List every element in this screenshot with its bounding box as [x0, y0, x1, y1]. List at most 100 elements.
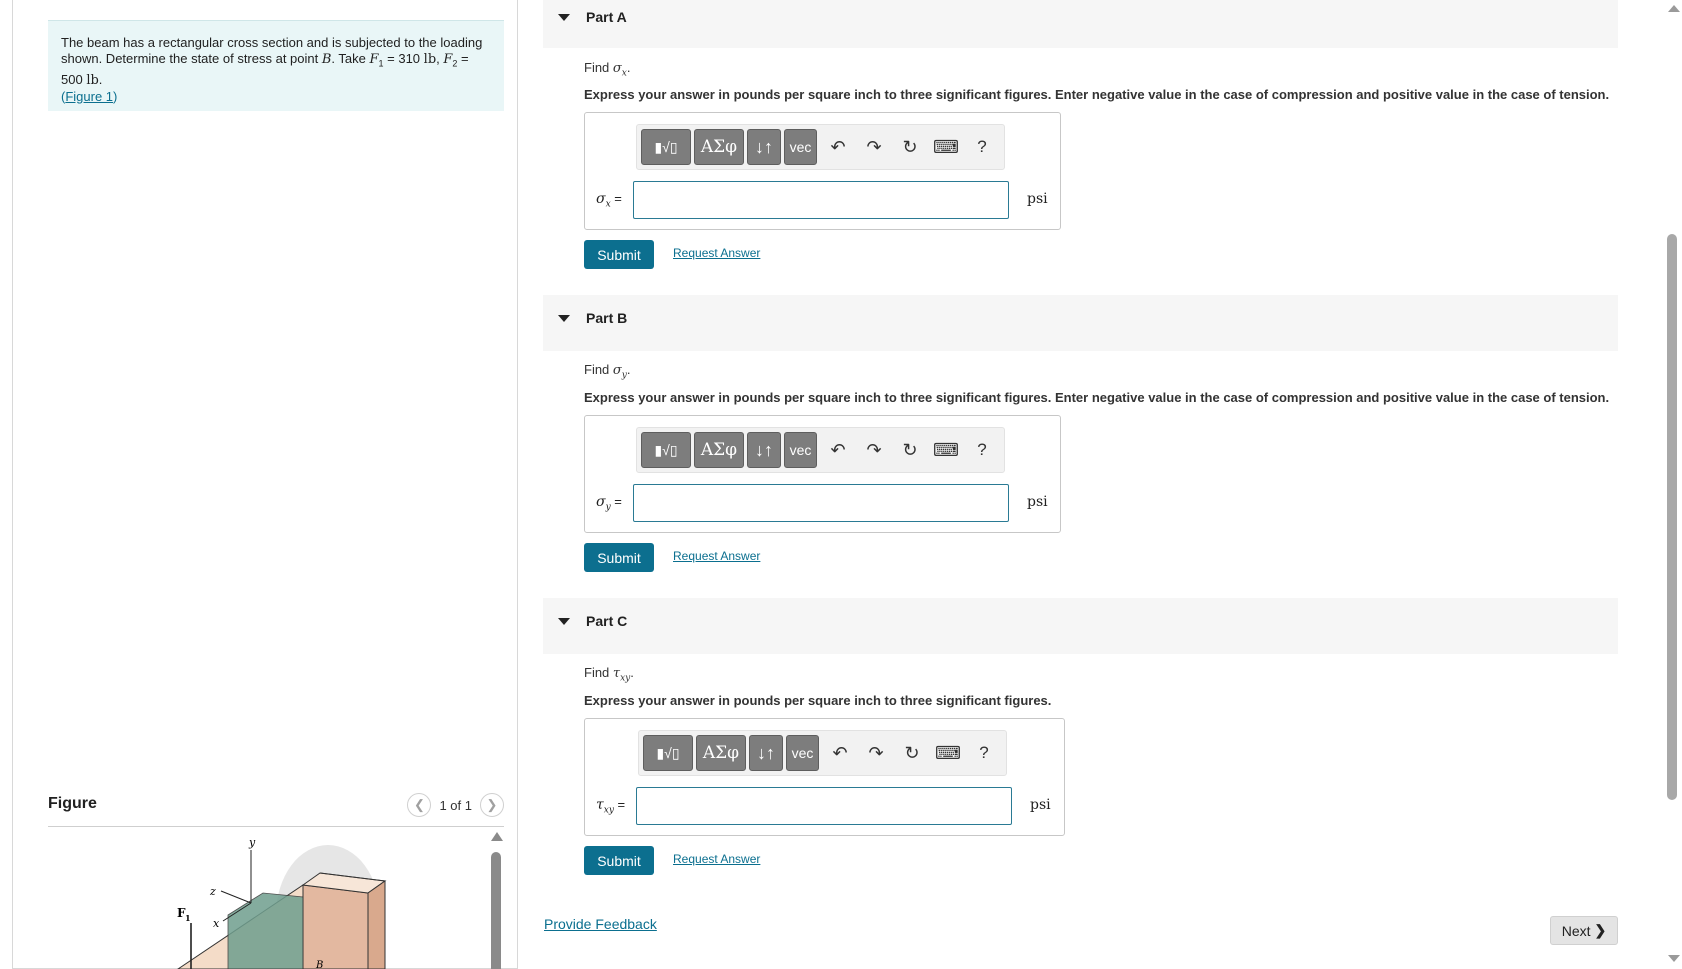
caret-down-icon[interactable] — [558, 14, 570, 21]
var-symbol: σ — [596, 494, 606, 510]
f2-unit: lb — [86, 72, 99, 88]
part-c-find: Find τxy. — [584, 665, 634, 684]
figure-scroll-thumb[interactable] — [491, 852, 501, 969]
scroll-up-icon[interactable] — [491, 832, 503, 841]
submit-button[interactable]: Submit — [584, 543, 654, 572]
greek-symbols-button[interactable]: ΑΣφ — [694, 432, 744, 468]
reset-icon[interactable]: ↻ — [894, 735, 930, 771]
chevron-right-icon: ❯ — [1594, 922, 1607, 938]
part-a-find: Find σx. — [584, 60, 630, 79]
redo-icon[interactable]: ↷ — [856, 129, 892, 165]
answer-input[interactable] — [636, 787, 1012, 825]
part-c-answer-box: ▮√▯ ΑΣφ ↓↑ vec ↶ ↷ ↻ ⌨ ? τxy = psi — [584, 718, 1065, 836]
page-scrollbar[interactable] — [1664, 0, 1682, 969]
templates-icon: ▮√▯ — [654, 441, 678, 458]
beam-end-face — [302, 884, 369, 969]
answer-input[interactable] — [633, 181, 1009, 219]
part-c-header[interactable]: Part C — [543, 598, 1618, 654]
variable-label: σy = — [596, 494, 622, 513]
greek-symbols-button[interactable]: ΑΣφ — [694, 129, 744, 165]
figure-title: Figure — [48, 795, 97, 812]
page-scroll-thumb[interactable] — [1667, 234, 1677, 800]
answer-input[interactable] — [633, 484, 1009, 522]
find-end: . — [626, 362, 631, 377]
unit-label: psi — [1030, 797, 1051, 813]
page: The beam has a rectangular cross section… — [0, 0, 1682, 969]
var-subscript: xy — [603, 805, 614, 816]
vector-button[interactable]: vec — [784, 432, 817, 468]
find-prefix: Find — [584, 665, 613, 680]
undo-icon[interactable]: ↶ — [820, 129, 856, 165]
vector-button[interactable]: vec — [786, 735, 819, 771]
keyboard-icon[interactable]: ⌨ — [930, 735, 966, 771]
find-subscript: xy — [620, 673, 631, 684]
request-answer-link[interactable]: Request Answer — [673, 852, 760, 866]
find-symbol: σ — [612, 363, 622, 378]
request-answer-link[interactable]: Request Answer — [673, 246, 760, 260]
part-a-instruction: Express your answer in pounds per square… — [584, 87, 1610, 102]
help-button[interactable]: ? — [964, 129, 1000, 165]
provide-feedback-link[interactable]: Provide Feedback — [544, 916, 657, 932]
z-axis — [220, 890, 252, 904]
math-toolbar: ▮√▯ ΑΣφ ↓↑ vec ↶ ↷ ↻ ⌨ ? — [638, 730, 1007, 776]
request-answer-link[interactable]: Request Answer — [673, 549, 760, 563]
next-figure-button[interactable]: ❯ — [480, 793, 504, 817]
subscript-superscript-button[interactable]: ↓↑ — [747, 432, 781, 468]
f1-symbol: F — [369, 52, 379, 67]
math-toolbar: ▮√▯ ΑΣφ ↓↑ vec ↶ ↷ ↻ ⌨ ? — [636, 427, 1005, 473]
undo-icon[interactable]: ↶ — [820, 432, 856, 468]
point-b-label: B — [315, 960, 323, 969]
unit-label: psi — [1027, 494, 1048, 510]
templates-icon: ▮√▯ — [656, 744, 680, 761]
keyboard-icon[interactable]: ⌨ — [928, 432, 964, 468]
next-button[interactable]: Next ❯ — [1550, 916, 1618, 945]
point-label: B — [321, 52, 332, 67]
keyboard-icon[interactable]: ⌨ — [928, 129, 964, 165]
subscript-superscript-button[interactable]: ↓↑ — [747, 129, 781, 165]
vector-button[interactable]: vec — [784, 129, 817, 165]
scroll-down-icon[interactable] — [1668, 955, 1680, 962]
f1-label-sub: 1 — [185, 913, 191, 923]
greek-symbols-button[interactable]: ΑΣφ — [696, 735, 746, 771]
scroll-up-icon[interactable] — [1668, 5, 1680, 12]
caret-down-icon[interactable] — [558, 618, 570, 625]
submit-button[interactable]: Submit — [584, 846, 654, 875]
reset-icon[interactable]: ↻ — [892, 432, 928, 468]
part-b-find: Find σy. — [584, 362, 631, 381]
templates-button[interactable]: ▮√▯ — [641, 432, 691, 468]
figure-link[interactable]: Figure 1 — [65, 89, 113, 104]
subscript-superscript-button[interactable]: ↓↑ — [749, 735, 783, 771]
redo-icon[interactable]: ↷ — [858, 735, 894, 771]
var-symbol: τ — [596, 797, 604, 813]
section-plane — [227, 892, 304, 969]
prev-figure-button[interactable]: ❮ — [407, 793, 432, 817]
var-eq: = — [610, 494, 622, 509]
reset-icon[interactable]: ↻ — [892, 129, 928, 165]
find-symbol: σ — [612, 61, 622, 76]
paren-close: ) — [113, 88, 118, 104]
find-end: . — [630, 665, 634, 680]
problem-statement: The beam has a rectangular cross section… — [48, 20, 504, 111]
submit-button[interactable]: Submit — [584, 240, 654, 269]
part-a-header[interactable]: Part A — [543, 0, 1618, 48]
part-c-instruction: Express your answer in pounds per square… — [584, 693, 1052, 708]
help-button[interactable]: ? — [964, 432, 1000, 468]
templates-button[interactable]: ▮√▯ — [643, 735, 693, 771]
figure-scrollbar[interactable] — [489, 832, 503, 969]
figure-image: y z x F 1 B — [48, 835, 488, 969]
take-text: . Take — [331, 51, 370, 66]
find-prefix: Find — [584, 362, 613, 377]
help-button[interactable]: ? — [966, 735, 1002, 771]
templates-button[interactable]: ▮√▯ — [641, 129, 691, 165]
undo-icon[interactable]: ↶ — [822, 735, 858, 771]
variable-label: τxy = — [596, 797, 625, 816]
redo-icon[interactable]: ↷ — [856, 432, 892, 468]
beam-figure: y z x F 1 B — [177, 836, 387, 969]
var-eq: = — [610, 191, 622, 206]
figure-nav: ❮ 1 of 1 ❯ — [407, 793, 504, 817]
part-b-header[interactable]: Part B — [543, 295, 1618, 351]
end-period: . — [98, 71, 103, 87]
caret-down-icon[interactable] — [558, 315, 570, 322]
part-c-label: Part C — [586, 613, 628, 629]
var-symbol: σ — [596, 191, 606, 207]
